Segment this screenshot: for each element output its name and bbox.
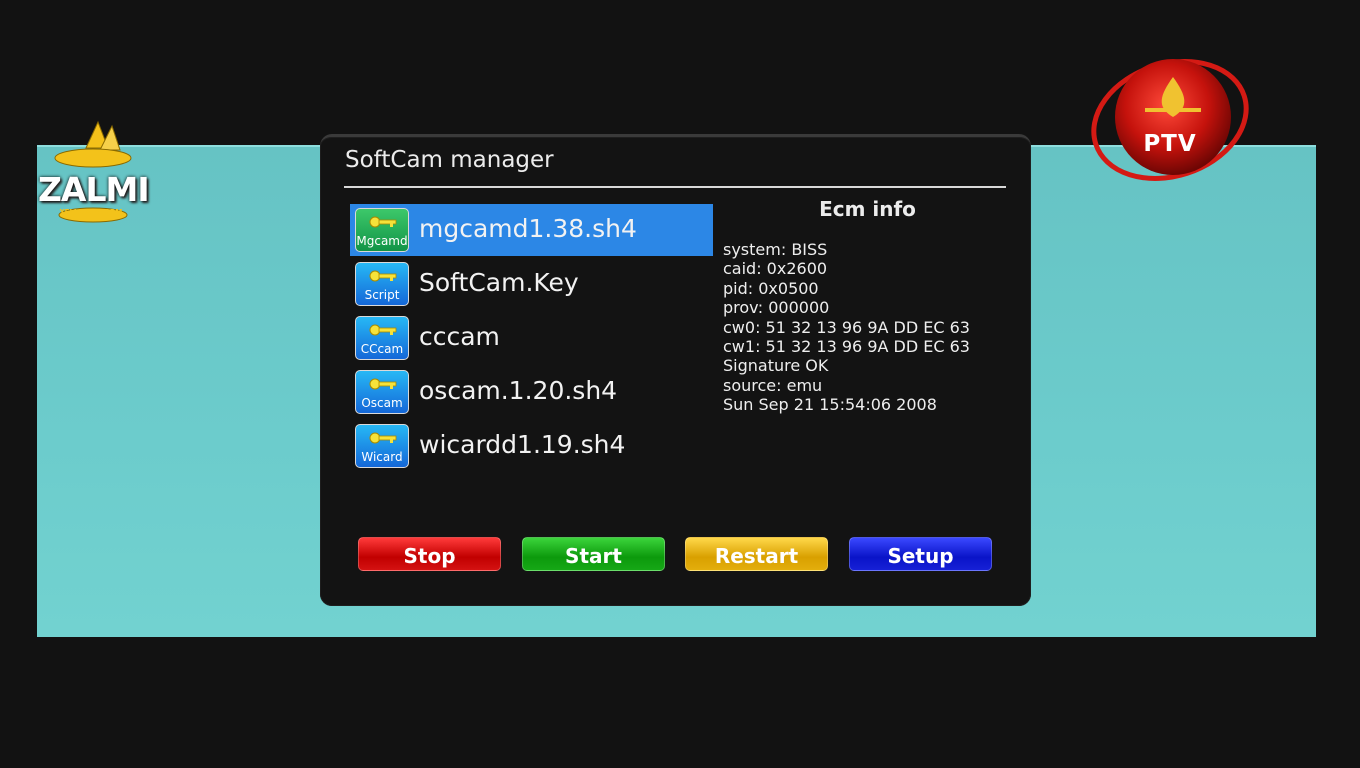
- ecm-source: source: emu: [723, 375, 823, 395]
- softcam-manager-panel: SoftCam manager Mgcamd mgcamd1.38.sh4 Sc…: [320, 134, 1031, 606]
- zalmi-top-text: PESHAWAR: [64, 156, 116, 165]
- cccam-icon: CCcam: [355, 316, 409, 360]
- key-icon: [369, 378, 397, 390]
- cam-icon-label: Wicard: [361, 450, 403, 464]
- cam-name: oscam.1.20.sh4: [419, 376, 618, 405]
- panel-title: SoftCam manager: [345, 147, 554, 173]
- cam-item-softcam-key[interactable]: Script SoftCam.Key: [350, 258, 713, 310]
- cam-icon-label: CCcam: [360, 342, 404, 356]
- ecm-cw0: cw0: 51 32 13 96 9A DD EC 63: [723, 317, 970, 337]
- title-divider: [344, 186, 1006, 188]
- cam-list: Mgcamd mgcamd1.38.sh4 Script SoftCam.Key: [350, 204, 713, 474]
- wicard-icon: Wicard: [355, 424, 409, 468]
- cam-item-cccam[interactable]: CCcam cccam: [350, 312, 713, 364]
- key-icon: [369, 270, 397, 282]
- oscam-icon: Oscam: [355, 370, 409, 414]
- cam-icon-label: Script: [364, 288, 400, 302]
- cam-name: mgcamd1.38.sh4: [419, 214, 637, 243]
- key-icon: [369, 216, 397, 228]
- zalmi-text: ZALMI: [38, 170, 150, 209]
- cam-icon-label: Oscam: [361, 396, 403, 410]
- ptv-globe-icon: [1091, 59, 1249, 181]
- cam-item-wicardd[interactable]: Wicard wicardd1.19.sh4: [350, 420, 713, 472]
- ecm-prov: prov: 000000: [723, 298, 830, 318]
- cam-icon-label: Mgcamd: [356, 234, 408, 248]
- key-icon: [369, 324, 397, 336]
- mgcamd-icon: Mgcamd: [355, 208, 409, 252]
- ecm-info-lines: system: BISS caid: 0x2600 pid: 0x0500 pr…: [723, 240, 970, 415]
- restart-button[interactable]: Restart: [685, 537, 828, 571]
- ecm-info-title: Ecm info: [819, 197, 916, 221]
- cam-item-mgcamd[interactable]: Mgcamd mgcamd1.38.sh4: [350, 204, 713, 256]
- cam-name: SoftCam.Key: [419, 268, 579, 297]
- zalmi-sub-text: YELLOW STORM: [59, 208, 123, 216]
- ecm-pid: pid: 0x0500: [723, 278, 819, 298]
- script-icon: Script: [355, 262, 409, 306]
- stop-button[interactable]: Stop: [358, 537, 501, 571]
- ecm-signature: Signature OK: [723, 356, 829, 376]
- setup-button[interactable]: Setup: [849, 537, 992, 571]
- ecm-caid: caid: 0x2600: [723, 259, 828, 279]
- zalmi-logo: PESHAWAR ZALMI YELLOW STORM: [38, 118, 150, 230]
- start-button[interactable]: Start: [522, 537, 665, 571]
- ptv-text: PTV: [1143, 131, 1197, 157]
- cam-name: cccam: [419, 322, 500, 351]
- cam-name: wicardd1.19.sh4: [419, 430, 626, 459]
- ecm-cw1: cw1: 51 32 13 96 9A DD EC 63: [723, 337, 970, 357]
- ptv-logo: PTV: [1090, 55, 1250, 185]
- ecm-system: system: BISS: [723, 240, 828, 259]
- ecm-timestamp: Sun Sep 21 15:54:06 2008: [723, 395, 937, 415]
- cam-item-oscam[interactable]: Oscam oscam.1.20.sh4: [350, 366, 713, 418]
- key-icon: [369, 432, 397, 444]
